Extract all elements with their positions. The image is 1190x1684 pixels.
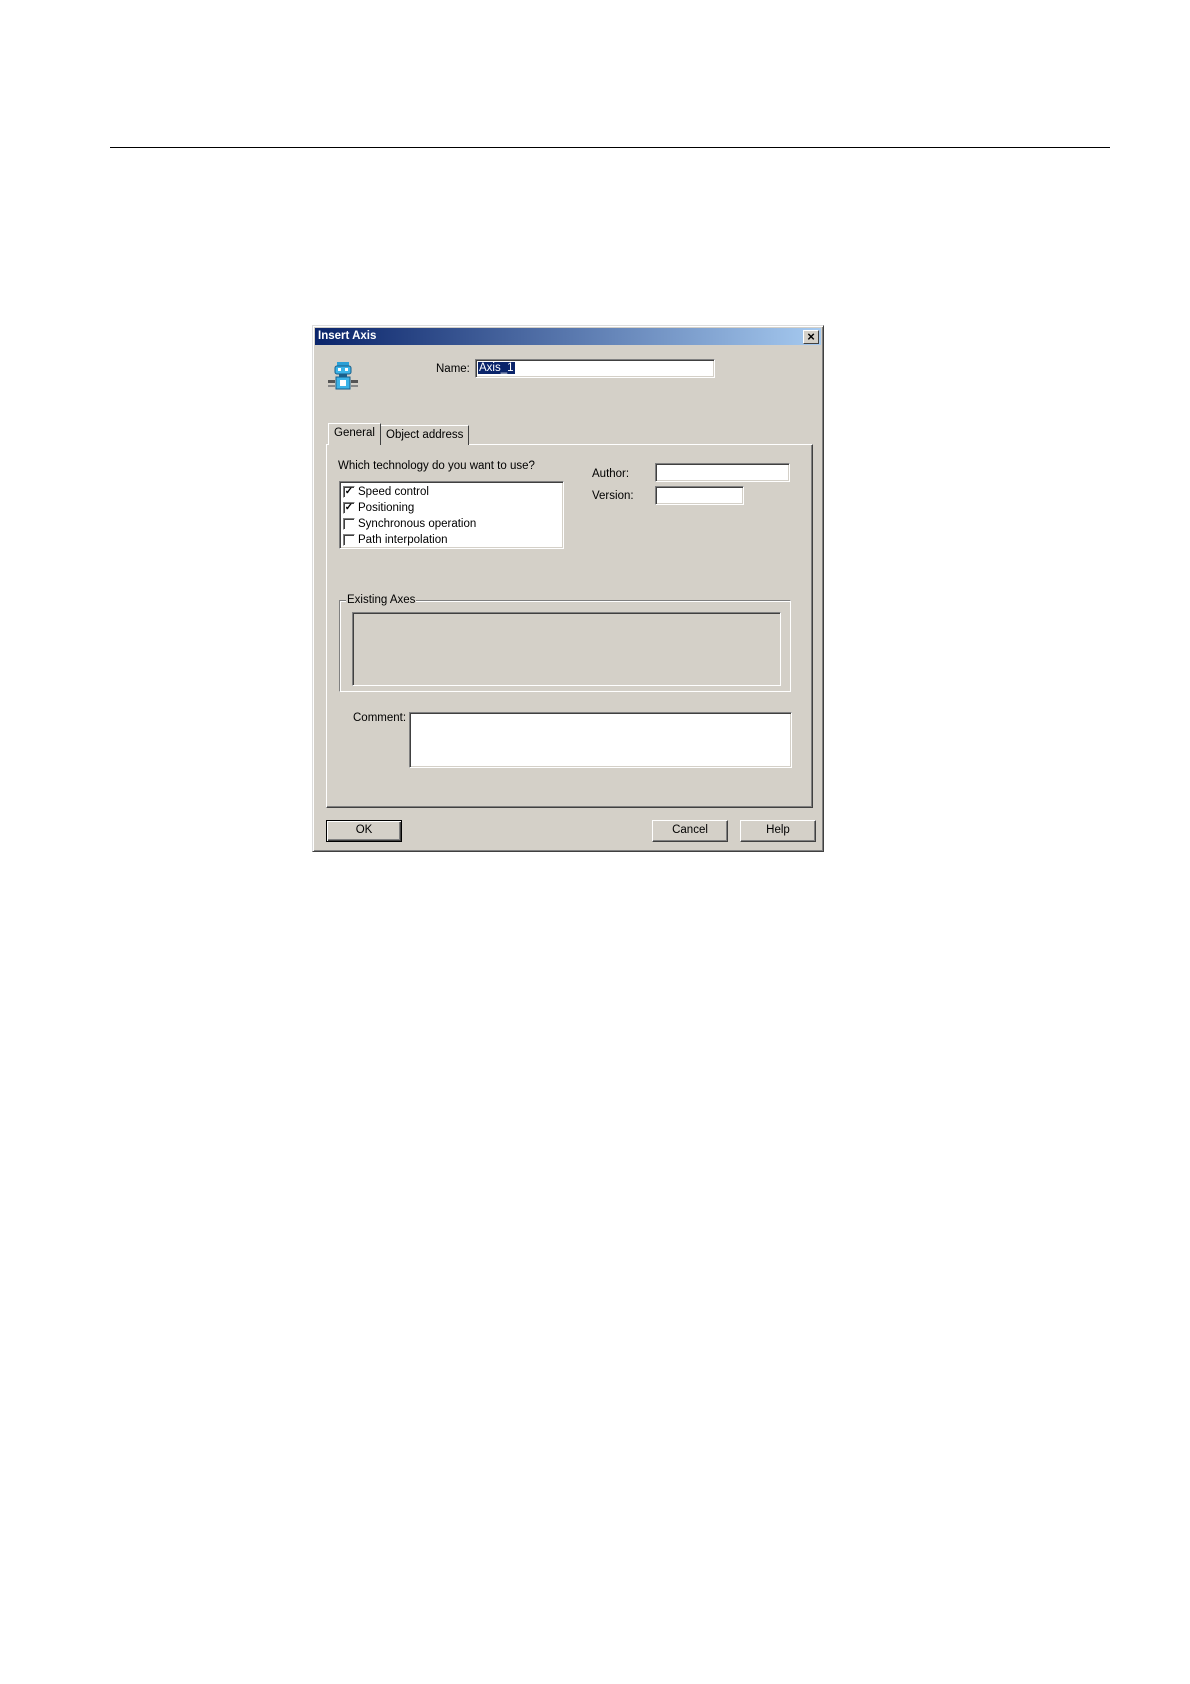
help-button[interactable]: Help <box>740 820 816 842</box>
tab-object-address[interactable]: Object address <box>380 425 470 445</box>
technology-question: Which technology do you want to use? <box>338 460 535 472</box>
version-label: Version: <box>592 490 634 502</box>
cancel-button[interactable]: Cancel <box>652 820 728 842</box>
dialog-title: Insert Axis <box>318 330 377 342</box>
close-button[interactable]: × <box>803 330 819 344</box>
axis-robot-icon <box>328 362 358 390</box>
list-item[interactable]: Path interpolation <box>343 532 448 547</box>
list-item[interactable]: ✓ Positioning <box>343 500 414 515</box>
insert-axis-dialog: Insert Axis × Name: Axis_1 General Objec… <box>312 325 824 852</box>
name-label: Name: <box>436 363 470 375</box>
existing-axes-list[interactable] <box>352 612 781 686</box>
close-icon: × <box>807 329 815 344</box>
comment-label: Comment: <box>353 712 407 724</box>
tab-general[interactable]: General <box>328 423 381 445</box>
list-item[interactable]: Synchronous operation <box>343 516 476 531</box>
author-label: Author: <box>592 468 630 480</box>
technology-list[interactable]: ✓ Speed control ✓ Positioning Synchronou… <box>339 481 564 549</box>
name-input[interactable]: Axis_1 <box>475 359 715 378</box>
checkbox-path-interpolation[interactable] <box>343 533 355 546</box>
name-value: Axis_1 <box>478 362 515 374</box>
comment-input[interactable] <box>409 712 792 768</box>
checkbox-synchronous-operation[interactable] <box>343 517 355 530</box>
version-input[interactable] <box>655 486 744 505</box>
title-bar[interactable]: Insert Axis × <box>315 328 821 345</box>
list-item-label: Synchronous operation <box>358 517 477 530</box>
checkbox-speed-control[interactable]: ✓ <box>343 485 355 498</box>
list-item[interactable]: ✓ Speed control <box>343 484 429 499</box>
list-item-label: Path interpolation <box>358 533 448 546</box>
checkbox-positioning[interactable]: ✓ <box>343 501 355 514</box>
author-input[interactable] <box>655 463 790 482</box>
page-header-rule <box>110 147 1110 148</box>
ok-button[interactable]: OK <box>326 820 402 842</box>
list-item-label: Positioning <box>358 501 415 514</box>
list-item-label: Speed control <box>358 485 429 498</box>
existing-axes-caption: Existing Axes <box>346 594 417 606</box>
